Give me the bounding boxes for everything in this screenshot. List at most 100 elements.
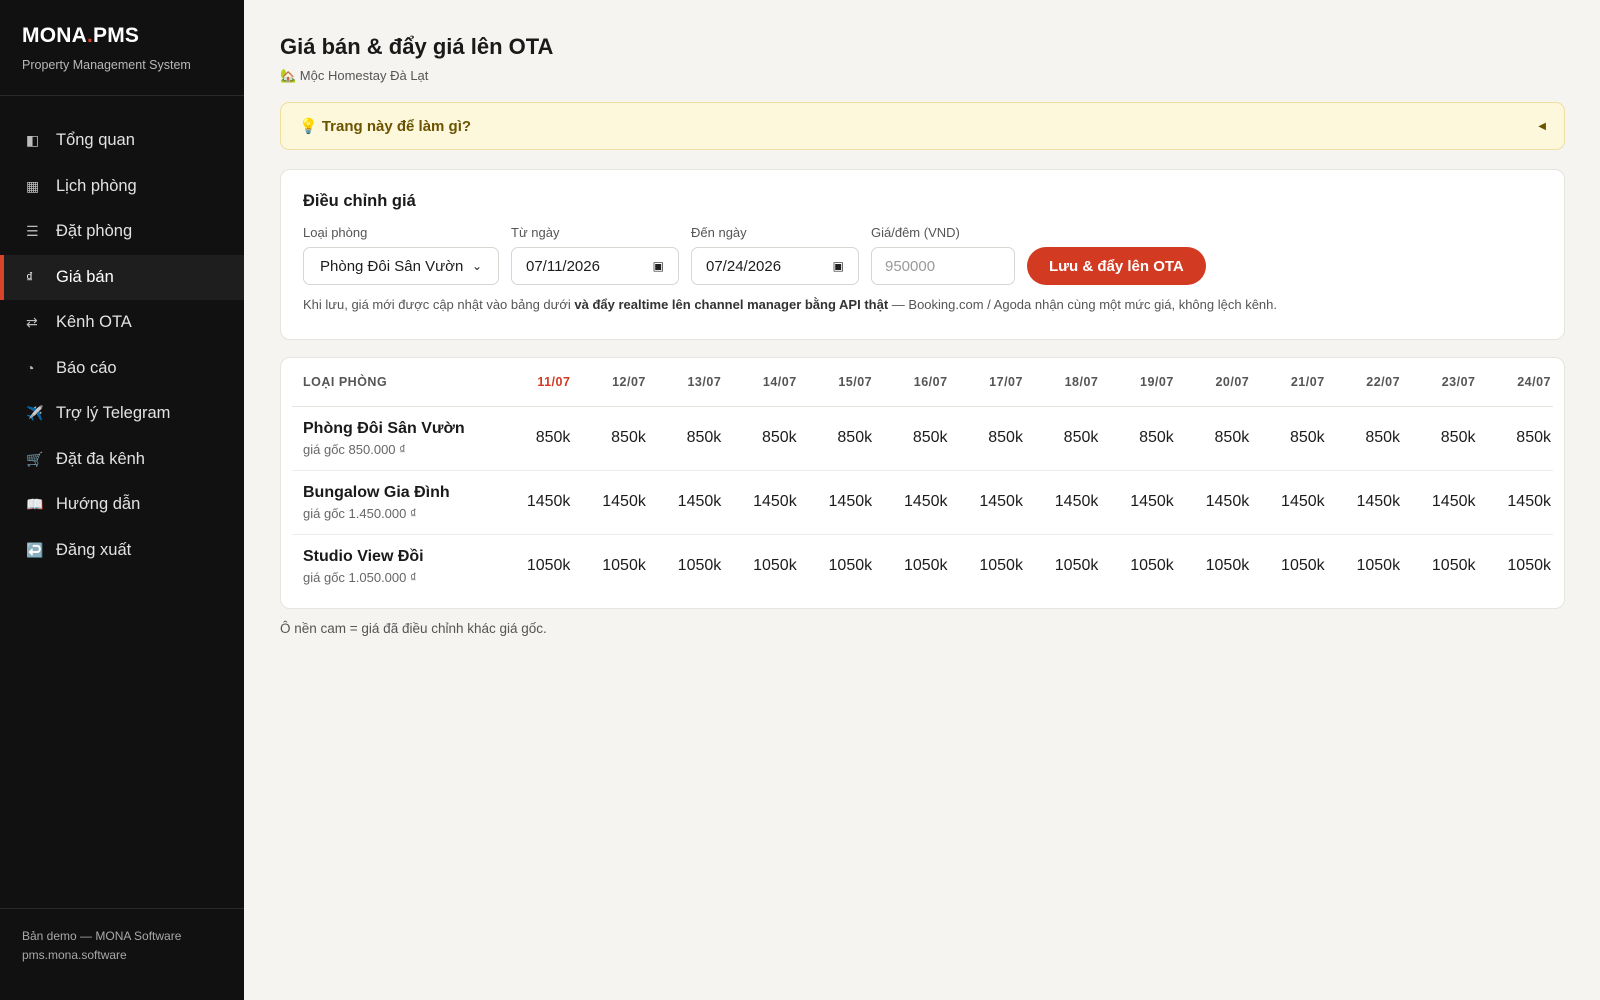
sidebar-item-reports[interactable]: ◔ Báo cáo — [0, 346, 244, 392]
price-cell[interactable]: 1050k — [1402, 534, 1477, 598]
room-type-label: Loại phòng — [303, 225, 368, 240]
price-cell[interactable]: 1450k — [497, 470, 573, 535]
sidebar-item-pricing[interactable]: ₫ Giá bán — [0, 254, 244, 300]
price-cell[interactable]: 1450k — [1326, 470, 1403, 535]
price-cell[interactable]: 1050k — [799, 534, 874, 598]
sidebar-item-multichannel-booking[interactable]: 🛒 Đặt đa kênh — [0, 437, 244, 483]
date-column-header: 14/07 — [723, 358, 799, 407]
price-cell[interactable]: 850k — [1477, 406, 1553, 471]
price-input[interactable]: 950000 — [871, 247, 1015, 285]
price-cell[interactable]: 850k — [497, 406, 573, 471]
from-date-input[interactable]: 07/11/2026 ▣ — [511, 247, 679, 285]
price-cell[interactable]: 1050k — [1176, 534, 1251, 598]
calendar-icon: ▦ — [26, 177, 40, 194]
date-column-header: 21/07 — [1251, 358, 1327, 407]
price-cell[interactable]: 1050k — [1327, 534, 1402, 598]
price-adjust-card: Điều chỉnh giá Loại phòng Phòng Đôi Sân … — [280, 169, 1565, 340]
price-cell[interactable]: 1450k — [1402, 470, 1478, 535]
swap-icon: ⇄ — [26, 314, 38, 331]
price-cell[interactable]: 850k — [572, 406, 648, 471]
sidebar-item-bookings[interactable]: ☰ Đặt phòng — [0, 209, 244, 255]
brand-logo[interactable]: MONA.PMS — [22, 24, 222, 48]
price-cell[interactable]: 850k — [1326, 406, 1403, 471]
price-cell[interactable]: 1050k — [950, 534, 1025, 598]
from-date-label: Từ ngày — [511, 225, 560, 240]
sidebar-item-logout[interactable]: ↩️ Đăng xuất — [0, 528, 244, 574]
price-cell[interactable]: 850k — [874, 406, 950, 471]
room-type-select[interactable]: Phòng Đôi Sân Vườn ⌄ — [303, 247, 499, 285]
price-cell[interactable]: 1450k — [1024, 470, 1101, 535]
room-base-price: giá gốc 1.050.000 ₫ — [303, 569, 417, 585]
date-column-header: 22/07 — [1326, 358, 1403, 407]
sidebar-item-label: Kênh OTA — [56, 313, 132, 332]
page-title: Giá bán & đẩy giá lên OTA — [280, 34, 554, 59]
price-cell[interactable]: 1050k — [874, 534, 949, 598]
calendar-icon[interactable]: ▣ — [833, 259, 844, 273]
price-cell[interactable]: 1450k — [874, 470, 950, 535]
help-toggle[interactable]: 💡 Trang này để làm gì? ◀ — [280, 102, 1565, 150]
room-type-cell: Studio View Đồi giá gốc 1.050.000 ₫ — [292, 534, 497, 598]
save-push-ota-button[interactable]: Lưu & đẩy lên OTA — [1027, 247, 1206, 285]
sidebar-item-label: Báo cáo — [56, 358, 117, 377]
room-type-field: Loại phòng Phòng Đôi Sân Vườn ⌄ — [303, 225, 499, 285]
price-cell[interactable]: 1050k — [1251, 534, 1326, 598]
brand-logo-left: MONA — [22, 24, 87, 47]
sidebar-item-telegram-assistant[interactable]: ✈️ Trợ lý Telegram — [0, 391, 244, 437]
footer-demo-label: Bản demo — MONA Software — [22, 929, 182, 943]
date-column-header: 11/07 — [497, 358, 573, 407]
table-row: Bungalow Gia Đình giá gốc 1.450.000 ₫ 1450… — [292, 470, 1553, 535]
room-type-name: Phòng Đôi Sân Vườn — [303, 419, 465, 437]
sidebar-item-room-calendar[interactable]: ▦ Lịch phòng — [0, 164, 244, 210]
price-adjust-note: Khi lưu, giá mới được cập nhật vào bảng … — [303, 297, 1542, 312]
calendar-icon[interactable]: ▣ — [653, 259, 664, 273]
price-cell[interactable]: 850k — [1402, 406, 1478, 471]
price-cell[interactable]: 850k — [1024, 406, 1101, 471]
price-cell[interactable]: 1050k — [1100, 534, 1175, 598]
property-name: 🏡 Mộc Homestay Đà Lạt — [280, 68, 429, 83]
price-cell[interactable]: 1450k — [949, 470, 1025, 535]
price-cell[interactable]: 1050k — [497, 534, 572, 598]
sidebar-item-label: Lịch phòng — [56, 176, 137, 195]
to-date-label: Đến ngày — [691, 225, 747, 240]
note-text-start: Khi lưu, giá mới được cập nhật vào bảng … — [303, 297, 575, 312]
price-cell[interactable]: 1450k — [723, 470, 799, 535]
price-cell[interactable]: 1450k — [1477, 470, 1553, 535]
price-cell[interactable]: 1050k — [648, 534, 723, 598]
brand: MONA.PMS Property Management System — [0, 0, 244, 96]
price-cell[interactable]: 850k — [798, 406, 875, 471]
to-date-field: Đến ngày 07/24/2026 ▣ — [691, 225, 859, 285]
price-cell[interactable]: 1050k — [572, 534, 647, 598]
caret-left-icon: ◀ — [1538, 120, 1546, 132]
price-cell[interactable]: 1450k — [1175, 470, 1252, 535]
price-cell[interactable]: 850k — [723, 406, 799, 471]
price-cell[interactable]: 850k — [949, 406, 1025, 471]
sidebar: MONA.PMS Property Management System ◧ Tổn… — [0, 0, 244, 1000]
sidebar-item-overview[interactable]: ◧ Tổng quan — [0, 118, 244, 164]
price-cell[interactable]: 850k — [1251, 406, 1327, 471]
price-cell[interactable]: 1450k — [1100, 470, 1176, 535]
date-column-header: 13/07 — [647, 358, 724, 407]
price-cell[interactable]: 1050k — [723, 534, 798, 598]
chevron-down-icon: ⌄ — [471, 259, 482, 273]
sidebar-item-guide[interactable]: 📖 Hướng dẫn — [0, 482, 244, 528]
price-cell[interactable]: 1450k — [572, 470, 648, 535]
date-column-header: 18/07 — [1024, 358, 1101, 407]
from-date-value: 07/11/2026 — [526, 257, 600, 275]
price-cell[interactable]: 850k — [647, 406, 724, 471]
note-text-bold: và đẩy realtime lên channel manager bằng… — [574, 297, 889, 312]
price-cell[interactable]: 850k — [1175, 406, 1252, 471]
price-cell[interactable]: 1450k — [798, 470, 875, 535]
sidebar-item-label: Giá bán — [56, 267, 114, 286]
sidebar-item-ota-channels[interactable]: ⇄ Kênh OTA — [0, 300, 244, 346]
price-cell[interactable]: 850k — [1100, 406, 1176, 471]
price-cell[interactable]: 1050k — [1025, 534, 1100, 598]
price-cell[interactable]: 1050k — [1477, 534, 1553, 598]
logout-icon: ↩️ — [26, 541, 44, 558]
table-row: Phòng Đôi Sân Vườn giá gốc 850.000 ₫ 850k 8… — [292, 406, 1553, 471]
to-date-input[interactable]: 07/24/2026 ▣ — [691, 247, 859, 285]
price-cell[interactable]: 1450k — [1251, 470, 1327, 535]
main-content: Giá bán & đẩy giá lên OTA 🏡 Mộc Homestay… — [280, 0, 1565, 636]
sidebar-item-label: Hướng dẫn — [56, 495, 141, 514]
cart-icon: 🛒 — [26, 450, 44, 467]
price-cell[interactable]: 1450k — [647, 470, 724, 535]
